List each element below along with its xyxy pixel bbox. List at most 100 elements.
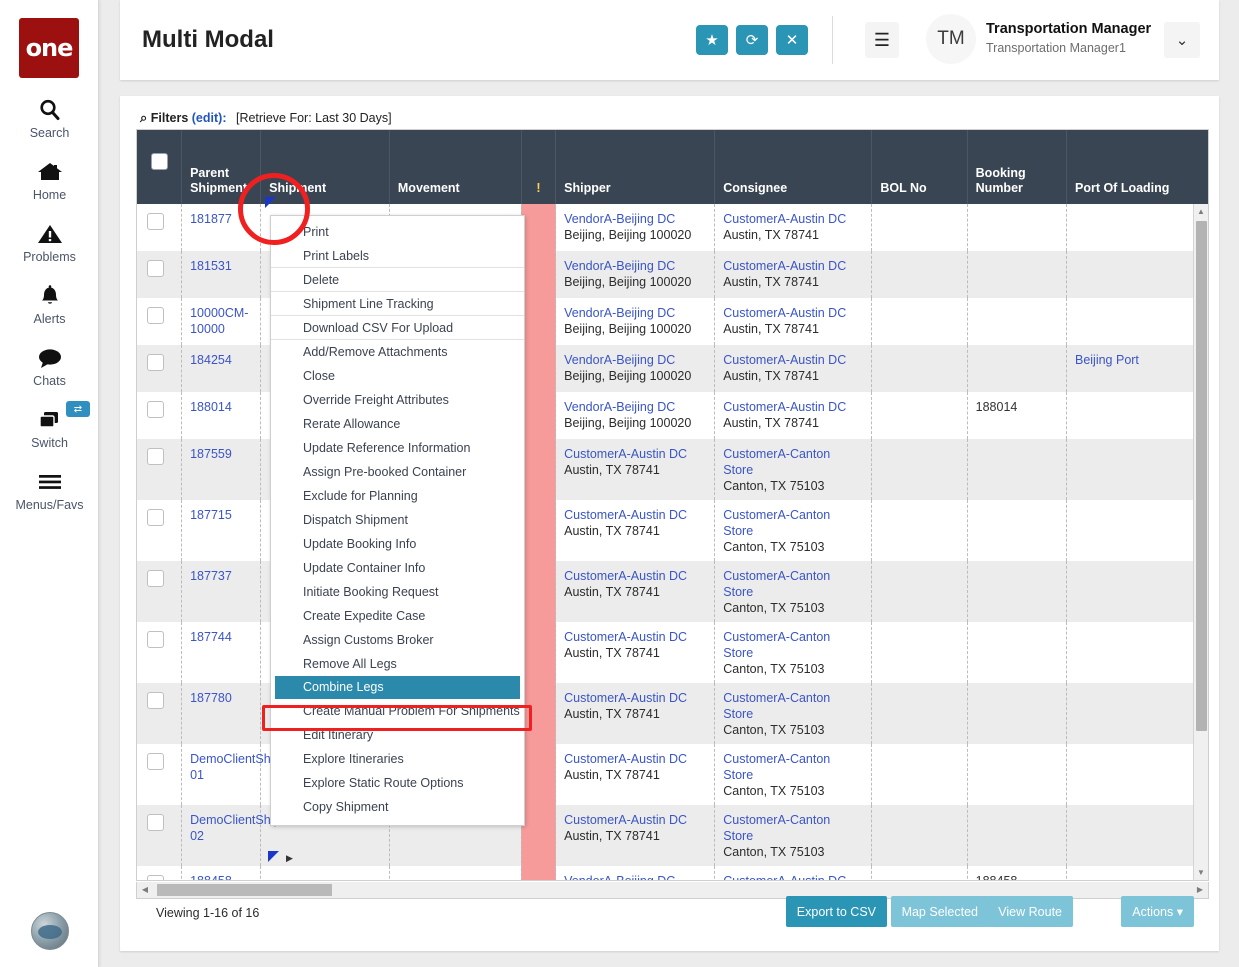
cell-booking-number[interactable] — [967, 439, 1066, 500]
column-header-shipment[interactable]: Shipment — [261, 130, 390, 204]
cell-bol-no[interactable] — [872, 500, 967, 561]
parent-shipment-link[interactable]: 187737 — [190, 569, 232, 583]
consignee-link[interactable]: CustomerA-Austin DC — [723, 400, 846, 414]
context-menu-item[interactable]: Dispatch Shipment — [271, 508, 524, 532]
consignee-link[interactable]: CustomerA-Canton Store — [723, 691, 830, 721]
close-button[interactable]: ✕ — [776, 25, 808, 55]
context-menu-item[interactable]: Shipment Line Tracking — [271, 292, 524, 316]
context-menu-item[interactable]: Initiate Booking Request — [271, 580, 524, 604]
cell-booking-number[interactable] — [967, 683, 1066, 744]
cell-consignee[interactable]: CustomerA-Canton StoreCanton, TX 75103 — [715, 561, 872, 622]
cell-consignee[interactable]: CustomerA-Austin DCAustin, TX 78741 — [715, 866, 872, 881]
shipper-link[interactable]: VendorA-Beijing DC — [564, 212, 675, 226]
sidebar-item-chats[interactable]: Chats — [0, 343, 99, 388]
shipper-link[interactable]: CustomerA-Austin DC — [564, 691, 687, 705]
shipper-link[interactable]: VendorA-Beijing DC — [564, 874, 675, 881]
cell-consignee[interactable]: CustomerA-Canton StoreCanton, TX 75103 — [715, 683, 872, 744]
context-menu-item[interactable]: Delete — [271, 268, 524, 292]
export-to-csv-button[interactable]: Export to CSV — [786, 896, 887, 927]
row-checkbox[interactable] — [147, 307, 164, 324]
cell-port-of-loading[interactable] — [1066, 866, 1209, 881]
consignee-link[interactable]: CustomerA-Austin DC — [723, 212, 846, 226]
cell-booking-number[interactable] — [967, 805, 1066, 866]
cell-port-of-loading[interactable] — [1066, 298, 1209, 345]
context-menu-item[interactable]: Update Reference Information — [271, 436, 524, 460]
cell-bol-no[interactable] — [872, 622, 967, 683]
cell-shipper[interactable]: VendorA-Beijing DCBeijing, Beijing 10002… — [556, 204, 715, 251]
scroll-up-icon[interactable]: ▲ — [1194, 204, 1208, 219]
cell-parent-shipment[interactable]: 181877 — [182, 204, 261, 251]
cell-port-of-loading[interactable] — [1066, 805, 1209, 866]
cell-shipper[interactable]: VendorA-Beijing DCBeijing, Beijing 10002… — [556, 866, 715, 881]
context-menu-indicator-icon[interactable] — [265, 197, 276, 208]
parent-shipment-link[interactable]: 187780 — [190, 691, 232, 705]
context-menu-item[interactable]: Assign Pre-booked Container — [271, 460, 524, 484]
parent-shipment-link[interactable]: 187744 — [190, 630, 232, 644]
cell-shipper[interactable]: CustomerA-Austin DCAustin, TX 78741 — [556, 683, 715, 744]
header-menu-button[interactable]: ☰ — [865, 22, 899, 58]
shipper-link[interactable]: VendorA-Beijing DC — [564, 400, 675, 414]
cell-bol-no[interactable] — [872, 866, 967, 881]
cell-port-of-loading[interactable] — [1066, 500, 1209, 561]
column-header-bol-no[interactable]: BOL No — [872, 130, 967, 204]
cell-consignee[interactable]: CustomerA-Austin DCAustin, TX 78741 — [715, 251, 872, 298]
row-checkbox[interactable] — [147, 875, 164, 881]
cell-booking-number[interactable] — [967, 204, 1066, 251]
sidebar-item-alerts[interactable]: Alerts — [0, 281, 99, 326]
favorite-button[interactable]: ★ — [696, 25, 728, 55]
column-header-shipper[interactable]: Shipper — [556, 130, 715, 204]
cell-shipper[interactable]: CustomerA-Austin DCAustin, TX 78741 — [556, 439, 715, 500]
table-row[interactable]: 188458 VendorA-Beijing DCBeijing, Beijing… — [137, 866, 1209, 881]
cell-consignee[interactable]: CustomerA-Austin DCAustin, TX 78741 — [715, 345, 872, 392]
select-all-checkbox[interactable] — [151, 153, 168, 170]
row-select-cell[interactable] — [137, 298, 182, 345]
cell-consignee[interactable]: CustomerA-Austin DCAustin, TX 78741 — [715, 298, 872, 345]
context-menu-item[interactable]: Exclude for Planning — [271, 484, 524, 508]
context-menu-item[interactable]: Create Expedite Case — [271, 604, 524, 628]
context-menu-item[interactable]: Create Manual Problem For Shipments — [271, 699, 524, 723]
parent-shipment-link[interactable]: 184254 — [190, 353, 232, 367]
row-checkbox[interactable] — [147, 631, 164, 648]
cell-movement[interactable] — [389, 866, 521, 881]
context-menu-item[interactable]: Rerate Allowance — [271, 412, 524, 436]
cell-booking-number[interactable] — [967, 561, 1066, 622]
consignee-link[interactable]: CustomerA-Canton Store — [723, 630, 830, 660]
row-checkbox[interactable] — [147, 401, 164, 418]
cell-shipper[interactable]: CustomerA-Austin DCAustin, TX 78741 — [556, 500, 715, 561]
parent-shipment-link[interactable]: 181531 — [190, 259, 232, 273]
shipper-link[interactable]: VendorA-Beijing DC — [564, 259, 675, 273]
cell-shipper[interactable]: VendorA-Beijing DCBeijing, Beijing 10002… — [556, 345, 715, 392]
consignee-link[interactable]: CustomerA-Austin DC — [723, 874, 846, 881]
cell-port-of-loading[interactable] — [1066, 683, 1209, 744]
column-header-port-of-loading[interactable]: Port Of Loading — [1066, 130, 1209, 204]
cell-shipment[interactable] — [261, 866, 390, 881]
context-menu-item[interactable]: Close — [271, 364, 524, 388]
cell-consignee[interactable]: CustomerA-Canton StoreCanton, TX 75103 — [715, 744, 872, 805]
cell-booking-number[interactable] — [967, 298, 1066, 345]
cell-booking-number[interactable] — [967, 251, 1066, 298]
consignee-link[interactable]: CustomerA-Canton Store — [723, 813, 830, 843]
avatar[interactable]: TM — [926, 14, 976, 64]
user-dropdown-button[interactable]: ⌄ — [1164, 22, 1200, 58]
cell-parent-shipment[interactable]: 184254 — [182, 345, 261, 392]
shipper-link[interactable]: VendorA-Beijing DC — [564, 353, 675, 367]
column-header-booking-number[interactable]: Booking Number — [967, 130, 1066, 204]
cell-parent-shipment[interactable]: 187737 — [182, 561, 261, 622]
context-menu-item[interactable]: Override Freight Attributes — [271, 388, 524, 412]
context-menu-item[interactable]: Explore Static Route Options — [271, 771, 524, 795]
row-select-cell[interactable] — [137, 866, 182, 881]
cell-parent-shipment[interactable]: 188014 — [182, 392, 261, 439]
context-menu-item[interactable]: Update Container Info — [271, 556, 524, 580]
parent-shipment-link[interactable]: 187715 — [190, 508, 232, 522]
cell-booking-number[interactable]: 188458 — [967, 866, 1066, 881]
sidebar-item-switch[interactable]: ⇄ Switch — [0, 405, 99, 450]
cell-port-of-loading[interactable] — [1066, 561, 1209, 622]
column-header-consignee[interactable]: Consignee — [715, 130, 872, 204]
row-select-cell[interactable] — [137, 204, 182, 251]
switch-badge-icon[interactable]: ⇄ — [66, 401, 90, 417]
sidebar-item-problems[interactable]: Problems — [0, 219, 99, 264]
context-menu-item[interactable]: Edit Itinerary — [271, 723, 524, 747]
cell-bol-no[interactable] — [872, 298, 967, 345]
app-logo[interactable]: one — [19, 18, 79, 78]
cell-booking-number[interactable] — [967, 500, 1066, 561]
